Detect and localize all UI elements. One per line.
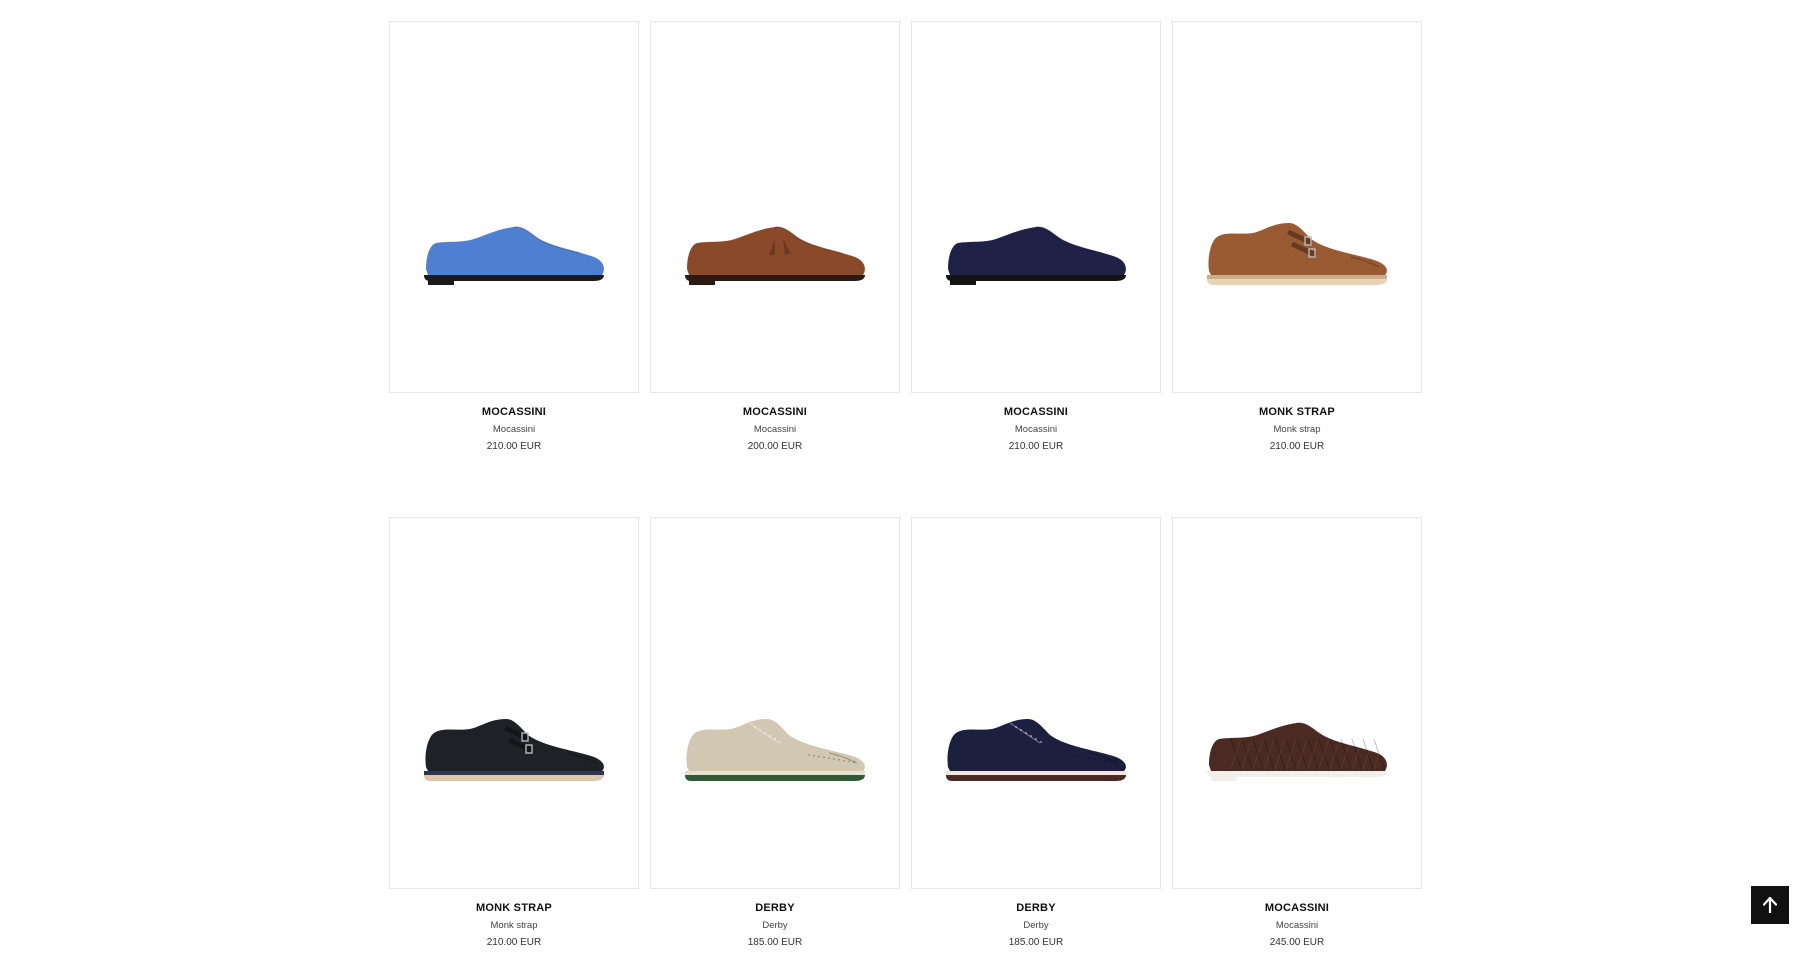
product-category: Mocassini — [1275, 920, 1319, 931]
product-card[interactable]: MOCASSINI Mocassini 245.00 EUR — [1172, 517, 1422, 979]
product-category: Derby — [1023, 920, 1049, 931]
back-to-top-button[interactable] — [1751, 886, 1789, 924]
product-image-frame[interactable] — [389, 517, 639, 889]
product-card[interactable]: MONK STRAP Monk strap 210.00 EUR — [1172, 21, 1422, 483]
product-image-frame[interactable] — [911, 21, 1161, 393]
product-name[interactable]: MOCASSINI — [650, 405, 900, 419]
product-name[interactable]: MONK STRAP — [1172, 405, 1422, 419]
shoe-image — [946, 719, 1126, 781]
product-image-frame[interactable] — [911, 517, 1161, 889]
product-card[interactable]: MOCASSINI Mocassini 210.00 EUR — [911, 21, 1161, 483]
product-image-frame[interactable] — [1172, 21, 1422, 393]
shoe-image — [424, 226, 604, 285]
product-category: Derby — [762, 920, 788, 931]
product-name[interactable]: DERBY — [911, 901, 1161, 915]
product-card[interactable]: MONK STRAP Monk strap 210.00 EUR — [389, 517, 639, 979]
product-name[interactable]: MOCASSINI — [911, 405, 1161, 419]
product-price: 210.00 EUR — [1008, 441, 1064, 452]
product-price: 185.00 EUR — [1008, 937, 1064, 948]
shoe-image — [1207, 722, 1387, 781]
product-category: Mocassini — [753, 424, 797, 435]
shoe-image — [685, 226, 865, 285]
product-card[interactable]: DERBY Derby 185.00 EUR — [650, 517, 900, 979]
product-price: 200.00 EUR — [747, 441, 803, 452]
product-grid: MOCASSINI Mocassini 210.00 EUR MOCASSINI… — [389, 21, 1423, 979]
product-price: 185.00 EUR — [747, 937, 803, 948]
product-card[interactable]: MOCASSINI Mocassini 200.00 EUR — [650, 21, 900, 483]
product-category: Monk strap — [490, 920, 538, 931]
product-price: 210.00 EUR — [486, 441, 542, 452]
product-card[interactable]: DERBY Derby 185.00 EUR — [911, 517, 1161, 979]
product-price: 210.00 EUR — [1269, 441, 1325, 452]
product-category: Monk strap — [1273, 424, 1321, 435]
shoe-image — [1207, 223, 1387, 285]
shoe-image — [424, 719, 604, 781]
product-image-frame[interactable] — [650, 21, 900, 393]
arrow-up-icon — [1763, 897, 1777, 913]
product-image-frame[interactable] — [650, 517, 900, 889]
product-name[interactable]: MOCASSINI — [1172, 901, 1422, 915]
product-name[interactable]: MOCASSINI — [389, 405, 639, 419]
shoe-image — [685, 719, 865, 781]
shoe-image — [946, 226, 1126, 285]
product-name[interactable]: MONK STRAP — [389, 901, 639, 915]
product-card[interactable]: MOCASSINI Mocassini 210.00 EUR — [389, 21, 639, 483]
product-category: Mocassini — [1014, 424, 1058, 435]
product-image-frame[interactable] — [1172, 517, 1422, 889]
product-image-frame[interactable] — [389, 21, 639, 393]
product-name[interactable]: DERBY — [650, 901, 900, 915]
product-category: Mocassini — [492, 424, 536, 435]
product-price: 245.00 EUR — [1269, 937, 1325, 948]
product-price: 210.00 EUR — [486, 937, 542, 948]
